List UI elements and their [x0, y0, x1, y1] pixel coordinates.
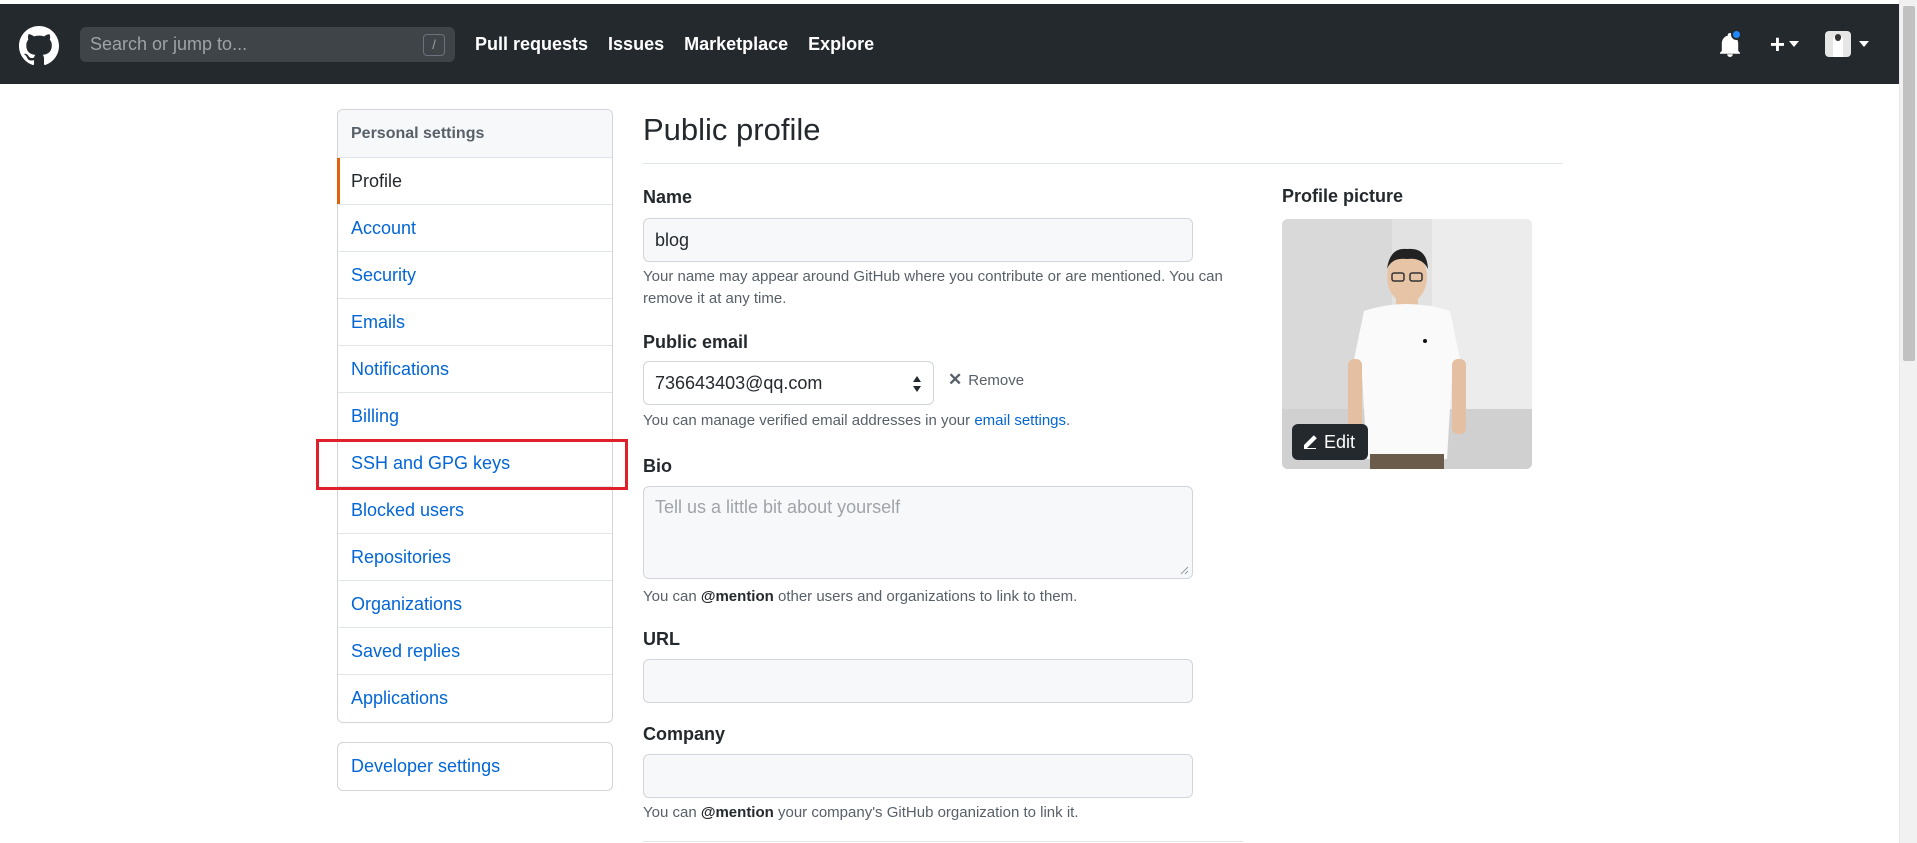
- company-field[interactable]: [643, 754, 1193, 798]
- user-avatar[interactable]: [1825, 31, 1851, 57]
- chevron-down-icon[interactable]: [1859, 41, 1869, 47]
- company-label: Company: [643, 724, 726, 744]
- sidebar-item-billing[interactable]: Billing: [338, 393, 612, 440]
- public-email-value: 736643403@qq.com: [655, 373, 823, 393]
- bio-textarea[interactable]: Tell us a little bit about yourself: [643, 486, 1193, 579]
- email-note: You can manage verified email addresses …: [643, 412, 1071, 429]
- section-divider: [643, 841, 1243, 842]
- edit-label: Edit: [1324, 431, 1356, 452]
- sidebar-item-security[interactable]: Security: [338, 252, 612, 299]
- sidebar-item-organizations[interactable]: Organizations: [338, 581, 612, 628]
- sidebar-item-profile[interactable]: Profile: [337, 158, 612, 205]
- sidebar-item-developer-settings[interactable]: Developer settings: [337, 742, 613, 791]
- search-input[interactable]: Search or jump to... /: [80, 27, 455, 62]
- url-field[interactable]: [643, 659, 1193, 703]
- menu-heading: Personal settings: [338, 110, 612, 158]
- public-email-label: Public email: [643, 332, 749, 352]
- notifications-button[interactable]: [1718, 29, 1742, 57]
- name-label: Name: [643, 187, 693, 207]
- page-title: Public profile: [643, 112, 821, 147]
- sidebar-item-emails[interactable]: Emails: [338, 299, 612, 346]
- bio-label: Bio: [643, 456, 672, 476]
- sidebar-item-account[interactable]: Account: [338, 205, 612, 252]
- create-new-button[interactable]: +: [1770, 31, 1785, 57]
- sidebar-item-blocked-users[interactable]: Blocked users: [338, 487, 612, 534]
- nav-marketplace[interactable]: Marketplace: [684, 34, 788, 55]
- name-note: Your name may appear around GitHub where…: [643, 268, 1223, 307]
- nav-issues[interactable]: Issues: [608, 34, 664, 55]
- bio-note: You can @mention other users and organiz…: [643, 588, 1078, 605]
- sidebar-item-saved-replies[interactable]: Saved replies: [338, 628, 612, 675]
- profile-picture-label: Profile picture: [1282, 186, 1404, 206]
- sort-arrows-icon: [913, 376, 921, 392]
- chevron-down-icon[interactable]: [1789, 41, 1799, 47]
- pencil-icon: [1304, 435, 1317, 449]
- public-email-select[interactable]: 736643403@qq.com: [643, 361, 934, 405]
- resize-handle-icon[interactable]: [1179, 565, 1189, 575]
- highlight-annotation-box: [316, 439, 628, 490]
- remove-email-button[interactable]: ✕ Remove: [948, 370, 1024, 390]
- top-nav: Pull requests Issues Marketplace Explore: [475, 4, 894, 84]
- bio-placeholder: Tell us a little bit about yourself: [655, 497, 901, 517]
- page-scrollbar[interactable]: [1899, 0, 1917, 843]
- close-icon: ✕: [948, 370, 963, 389]
- title-divider: [643, 163, 1563, 164]
- company-note: You can @mention your company's GitHub o…: [643, 804, 1079, 821]
- header-actions: +: [1718, 4, 1869, 84]
- scrollbar-thumb[interactable]: [1903, 6, 1915, 361]
- email-settings-link[interactable]: email settings: [974, 412, 1066, 429]
- nav-pull-requests[interactable]: Pull requests: [475, 34, 588, 55]
- github-logo-icon[interactable]: [19, 26, 59, 66]
- notification-dot: [1730, 29, 1742, 40]
- sidebar-item-applications[interactable]: Applications: [338, 675, 612, 722]
- sidebar-item-notifications[interactable]: Notifications: [338, 346, 612, 393]
- settings-menu: Personal settings Profile Account Securi…: [337, 109, 613, 723]
- nav-explore[interactable]: Explore: [808, 34, 874, 55]
- remove-label: Remove: [968, 371, 1025, 389]
- search-placeholder: Search or jump to...: [90, 34, 248, 54]
- sidebar-item-repositories[interactable]: Repositories: [338, 534, 612, 581]
- name-field[interactable]: blog: [643, 218, 1193, 262]
- search-shortcut-key: /: [423, 34, 445, 56]
- header: Search or jump to... / Pull requests Iss…: [0, 4, 1899, 84]
- edit-picture-button[interactable]: Edit: [1292, 424, 1368, 460]
- url-label: URL: [643, 629, 680, 649]
